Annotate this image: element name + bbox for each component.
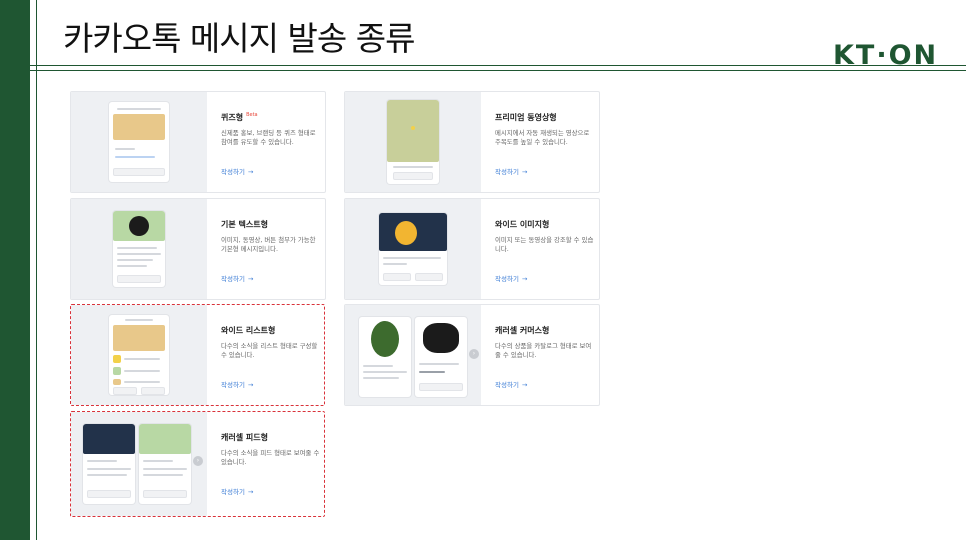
card-title: 와이드 이미지형: [495, 220, 550, 229]
card-info: 캐러셀 피드형 다수의 소식을 피드 형태로 보여줄 수 있습니다.: [221, 432, 321, 467]
phone-mockup-1: [83, 424, 135, 504]
message-type-card-premium-video[interactable]: 프리미엄 동영상형 메시지에서 자동 재생되는 영상으로 주목도를 높일 수 있…: [344, 91, 600, 193]
card-title: 캐러셀 피드형: [221, 433, 268, 442]
chevron-right-icon: ›: [469, 349, 479, 359]
card-preview: [71, 305, 207, 405]
card-preview: [71, 92, 207, 192]
video-thumbnail: [387, 100, 439, 162]
quiz-image: [113, 114, 165, 140]
card-description: 다수의 소식을 피드 형태로 보여줄 수 있습니다.: [221, 449, 320, 466]
left-accent-line: [36, 0, 37, 540]
beta-badge: Beta: [246, 112, 258, 118]
card-title: 캐러셀 커머스형: [495, 326, 550, 335]
message-type-card-carousel-feed[interactable]: › 캐러셀 피드형 다수의 소식을 피드 형태로 보여줄 수 있습니다. 작성하…: [70, 411, 325, 517]
write-link[interactable]: 작성하기 →: [221, 379, 253, 389]
arrow-right-icon: →: [247, 488, 254, 496]
text-image: [113, 211, 165, 241]
message-type-card-carousel-commerce[interactable]: › 캐러셀 커머스형 다수의 상품을 카탈로그 형태로 보여줄 수 있습니다. …: [344, 304, 600, 406]
arrow-right-icon: →: [247, 381, 254, 389]
write-link[interactable]: 작성하기 →: [495, 166, 527, 176]
card-description: 이미지 또는 동영상을 강조할 수 있습니다.: [495, 236, 594, 253]
wide-image: [379, 213, 447, 251]
logo-text: KT·ON: [833, 39, 939, 71]
write-link[interactable]: 작성하기 →: [221, 486, 253, 496]
card-title: 퀴즈형 Beta: [221, 112, 258, 122]
card-info: 캐러셀 커머스형 다수의 상품을 카탈로그 형태로 보여줄 수 있습니다.: [495, 325, 595, 360]
arrow-right-icon: →: [247, 168, 254, 176]
left-accent-bar: [0, 0, 30, 540]
write-link[interactable]: 작성하기 →: [495, 273, 527, 283]
card-preview: ›: [71, 412, 207, 516]
message-type-card-wide-list[interactable]: 와이드 리스트형 다수의 소식을 리스트 형태로 구성할 수 있습니다. 작성하…: [70, 304, 325, 406]
phone-mockup-2: [139, 424, 191, 504]
arrow-right-icon: →: [247, 275, 254, 283]
arrow-right-icon: →: [521, 381, 528, 389]
card-info: 퀴즈형 Beta 신제품 홍보, 브랜딩 등 퀴즈 형태로 참여를 유도할 수 있…: [221, 112, 321, 147]
card-info: 프리미엄 동영상형 메시지에서 자동 재생되는 영상으로 주목도를 높일 수 있…: [495, 112, 595, 147]
phone-mockup: [109, 102, 169, 182]
card-preview: [71, 199, 207, 299]
phone-mockup: [387, 100, 439, 184]
card-info: 와이드 리스트형 다수의 소식을 리스트 형태로 구성할 수 있습니다.: [221, 325, 321, 360]
write-link[interactable]: 작성하기 →: [221, 273, 253, 283]
list-header-image: [113, 325, 165, 351]
message-type-card-quiz[interactable]: 퀴즈형 Beta 신제품 홍보, 브랜딩 등 퀴즈 형태로 참여를 유도할 수 있…: [70, 91, 326, 193]
card-info: 기본 텍스트형 이미지, 동영상, 버튼 첨부가 가능한 기본형 메시지입니다.: [221, 219, 321, 254]
write-link[interactable]: 작성하기 →: [495, 379, 527, 389]
arrow-right-icon: →: [521, 168, 528, 176]
phone-mockup: [379, 213, 447, 285]
phone-mockup-2: [415, 317, 467, 397]
card-title: 프리미엄 동영상형: [495, 113, 557, 122]
header-rule-bottom: [30, 70, 966, 71]
phone-mockup: [109, 315, 169, 395]
card-preview: [345, 199, 481, 299]
write-link[interactable]: 작성하기 →: [221, 166, 253, 176]
phone-mockup: [113, 211, 165, 287]
arrow-right-icon: →: [521, 275, 528, 283]
page-title: 카카오톡 메시지 발송 종류: [63, 19, 415, 58]
message-type-card-wide-image[interactable]: 와이드 이미지형 이미지 또는 동영상을 강조할 수 있습니다. 작성하기 →: [344, 198, 600, 300]
card-preview: [345, 92, 481, 192]
card-title: 와이드 리스트형: [221, 326, 276, 335]
kton-logo: KT·ON: [833, 39, 939, 71]
chevron-right-icon: ›: [193, 456, 203, 466]
card-description: 다수의 소식을 리스트 형태로 구성할 수 있습니다.: [221, 342, 318, 359]
card-description: 다수의 상품을 카탈로그 형태로 보여줄 수 있습니다.: [495, 342, 592, 359]
card-preview: ›: [345, 305, 481, 405]
card-title: 기본 텍스트형: [221, 220, 268, 229]
card-description: 메시지에서 자동 재생되는 영상으로 주목도를 높일 수 있습니다.: [495, 129, 590, 146]
card-info: 와이드 이미지형 이미지 또는 동영상을 강조할 수 있습니다.: [495, 219, 595, 254]
card-description: 이미지, 동영상, 버튼 첨부가 가능한 기본형 메시지입니다.: [221, 236, 316, 253]
phone-mockup-1: [359, 317, 411, 397]
message-type-card-basic-text[interactable]: 기본 텍스트형 이미지, 동영상, 버튼 첨부가 가능한 기본형 메시지입니다.…: [70, 198, 326, 300]
header-rule-top: [30, 65, 966, 66]
card-description: 신제품 홍보, 브랜딩 등 퀴즈 형태로 참여를 유도할 수 있습니다.: [221, 129, 316, 146]
